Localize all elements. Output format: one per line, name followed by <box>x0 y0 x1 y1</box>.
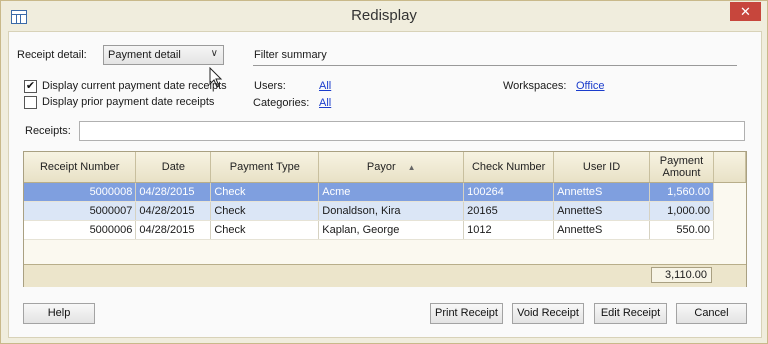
workspaces-link[interactable]: Office <box>576 80 605 92</box>
cell-receipt-number: 5000008 <box>24 182 137 202</box>
column-header-filler <box>713 152 747 183</box>
filter-summary-label: Filter summary <box>254 49 327 61</box>
cell-payment-type: Check <box>210 182 320 202</box>
cell-filler <box>713 201 746 221</box>
receipt-detail-value: Payment detail <box>108 49 181 61</box>
users-label: Users: <box>254 80 286 92</box>
column-header-payment-amount[interactable]: Payment Amount <box>649 152 714 183</box>
receipts-label: Receipts: <box>25 125 71 137</box>
title-bar: Redisplay ✕ <box>1 1 767 31</box>
filter-summary-divider <box>253 65 737 66</box>
checkmark-icon: ✔ <box>25 80 36 92</box>
cell-payor: Acme <box>318 182 465 202</box>
receipt-detail-select[interactable]: Payment detail ∨ <box>103 45 224 65</box>
users-link[interactable]: All <box>319 80 331 92</box>
cell-user-id: AnnetteS <box>553 201 651 221</box>
cell-user-id: AnnetteS <box>553 182 651 202</box>
cell-payor: Kaplan, George <box>318 220 465 240</box>
cell-user-id: AnnetteS <box>553 220 651 240</box>
receipt-detail-label: Receipt detail: <box>17 49 87 61</box>
cell-filler <box>713 182 746 202</box>
sort-ascending-icon: ▲ <box>407 162 416 172</box>
table-row[interactable]: 5000007 04/28/2015 Check Donaldson, Kira… <box>24 201 746 221</box>
cell-amount: 1,560.00 <box>649 182 714 202</box>
display-current-label: Display current payment date receipts <box>42 80 227 92</box>
cancel-button[interactable]: Cancel <box>676 303 747 324</box>
help-button[interactable]: Help <box>23 303 95 324</box>
void-receipt-button[interactable]: Void Receipt <box>512 303 584 324</box>
cell-filler <box>713 220 746 240</box>
payment-total: 3,110.00 <box>651 267 712 283</box>
column-header-date[interactable]: Date <box>135 152 212 183</box>
column-header-payor[interactable]: Payor ▲ <box>318 152 465 183</box>
display-prior-checkbox[interactable] <box>24 96 37 109</box>
cell-receipt-number: 5000007 <box>24 201 137 221</box>
cell-check-number: 20165 <box>463 201 555 221</box>
cell-date: 04/28/2015 <box>135 220 212 240</box>
edit-receipt-button[interactable]: Edit Receipt <box>594 303 667 324</box>
cell-date: 04/28/2015 <box>135 201 212 221</box>
cell-payor: Donaldson, Kira <box>318 201 465 221</box>
cell-check-number: 1012 <box>463 220 555 240</box>
dialog-content: Receipt detail: Payment detail ∨ Filter … <box>8 31 762 338</box>
receipts-input[interactable] <box>79 121 745 141</box>
payor-header-label: Payor <box>366 160 396 173</box>
categories-label: Categories: <box>253 97 310 109</box>
cell-amount: 1,000.00 <box>649 201 714 221</box>
column-header-check-number[interactable]: Check Number <box>463 152 555 183</box>
receipts-grid: Receipt Number Date Payment Type Payor ▲ … <box>23 151 747 287</box>
cell-date: 04/28/2015 <box>135 182 212 202</box>
display-current-checkbox[interactable]: ✔ <box>24 80 37 93</box>
grid-header-row: Receipt Number Date Payment Type Payor ▲ … <box>24 152 747 183</box>
workspaces-label: Workspaces: <box>503 80 567 92</box>
receipts-table: Receipt Number Date Payment Type Payor ▲ … <box>24 152 747 240</box>
print-receipt-button[interactable]: Print Receipt <box>430 303 503 324</box>
cell-check-number: 100264 <box>463 182 555 202</box>
column-header-user-id[interactable]: User ID <box>553 152 651 183</box>
redisplay-window: Redisplay ✕ Receipt detail: Payment deta… <box>0 0 768 344</box>
cell-payment-type: Check <box>210 220 320 240</box>
table-row[interactable]: 5000008 04/28/2015 Check Acme 100264 Ann… <box>24 182 746 202</box>
cell-payment-type: Check <box>210 201 320 221</box>
table-row[interactable]: 5000006 04/28/2015 Check Kaplan, George … <box>24 220 746 240</box>
close-button[interactable]: ✕ <box>730 2 761 21</box>
window-title: Redisplay <box>351 7 417 24</box>
cell-receipt-number: 5000006 <box>24 220 137 240</box>
display-prior-label: Display prior payment date receipts <box>42 96 215 108</box>
column-header-receipt-number[interactable]: Receipt Number <box>24 152 137 183</box>
categories-link[interactable]: All <box>319 97 331 109</box>
totals-bar: 3,110.00 <box>24 264 746 287</box>
chevron-down-icon: ∨ <box>210 48 218 59</box>
cell-amount: 550.00 <box>649 220 714 240</box>
column-header-payment-type[interactable]: Payment Type <box>210 152 320 183</box>
